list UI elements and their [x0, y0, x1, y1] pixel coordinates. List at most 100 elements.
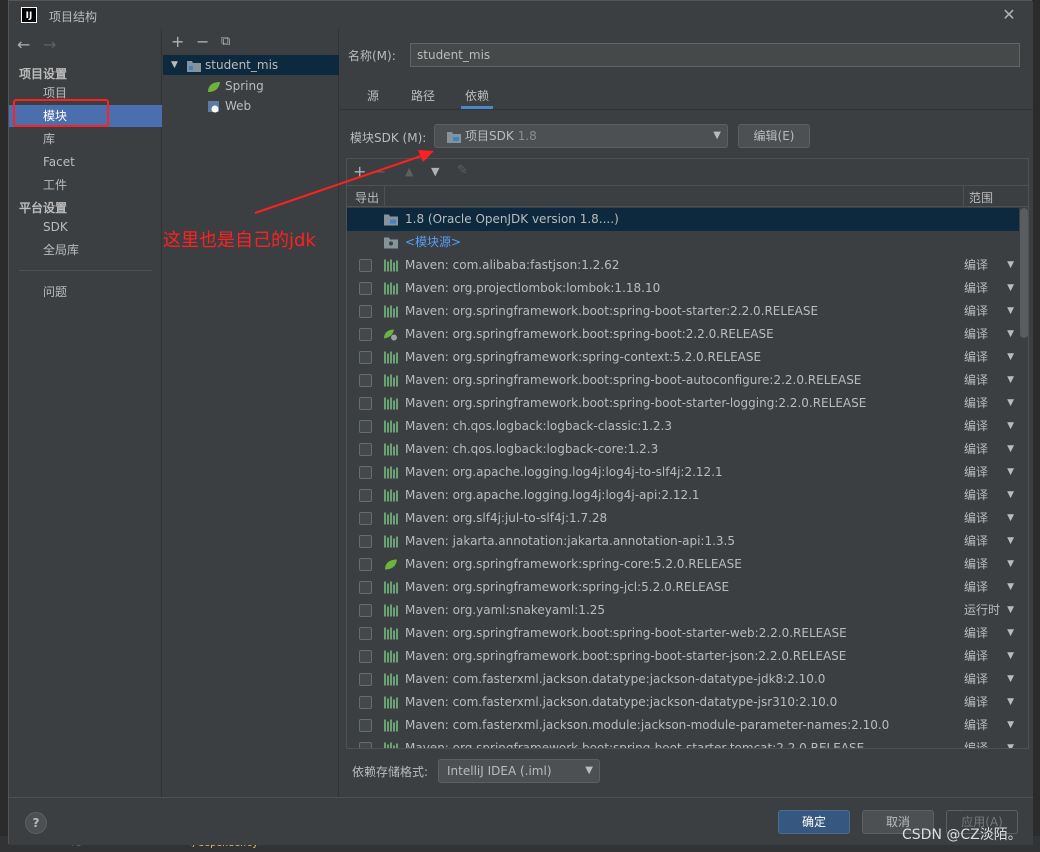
scope-dropdown[interactable]: 编译 ▼: [964, 254, 1016, 277]
nav-item-libraries[interactable]: 库: [9, 128, 162, 150]
nav-item-project[interactable]: 项目: [9, 82, 162, 104]
scope-dropdown[interactable]: 编译 ▼: [964, 553, 1016, 576]
scope-dropdown[interactable]: 编译 ▼: [964, 530, 1016, 553]
export-checkbox[interactable]: [359, 466, 372, 479]
scope-dropdown[interactable]: 编译 ▼: [964, 415, 1016, 438]
export-checkbox[interactable]: [359, 673, 372, 686]
move-down-icon[interactable]: ▼: [431, 165, 439, 178]
export-checkbox[interactable]: [359, 650, 372, 663]
nav-item-sdks[interactable]: SDK: [9, 216, 162, 238]
back-arrow-icon[interactable]: ←: [17, 35, 30, 54]
remove-icon[interactable]: −: [196, 32, 209, 51]
scope-dropdown[interactable]: 编译 ▼: [964, 438, 1016, 461]
dependency-row[interactable]: Maven: jakarta.annotation:jakarta.annota…: [347, 530, 1019, 553]
nav-item-problems[interactable]: 问题: [9, 281, 162, 303]
dependency-row-module-source[interactable]: <模块源>: [347, 231, 1019, 254]
export-checkbox[interactable]: [359, 719, 372, 732]
export-checkbox[interactable]: [359, 627, 372, 640]
tab-dependencies[interactable]: 依赖: [461, 87, 494, 109]
scope-dropdown[interactable]: 编译 ▼: [964, 484, 1016, 507]
scope-dropdown[interactable]: 编译 ▼: [964, 346, 1016, 369]
dependency-row[interactable]: Maven: com.fasterxml.jackson.datatype:ja…: [347, 691, 1019, 714]
export-checkbox[interactable]: [359, 558, 372, 571]
ok-button[interactable]: 确定: [778, 810, 850, 834]
scope-dropdown[interactable]: 运行时 ▼: [964, 599, 1016, 622]
tree-item-web[interactable]: Web: [163, 96, 339, 116]
scope-dropdown[interactable]: 编译 ▼: [964, 300, 1016, 323]
dependency-row[interactable]: Maven: ch.qos.logback:logback-core:1.2.3…: [347, 438, 1019, 461]
nav-item-global-libraries[interactable]: 全局库: [9, 239, 162, 261]
dependency-row[interactable]: Maven: ch.qos.logback:logback-classic:1.…: [347, 415, 1019, 438]
dependency-row-sdk[interactable]: 1.8 (Oracle OpenJDK version 1.8....): [347, 208, 1019, 231]
forward-arrow-icon[interactable]: →: [43, 35, 56, 54]
scope-dropdown[interactable]: 编译 ▼: [964, 323, 1016, 346]
export-checkbox[interactable]: [359, 604, 372, 617]
module-sdk-dropdown[interactable]: 项目SDK 1.8 ▼: [434, 124, 728, 148]
scope-dropdown[interactable]: 编译 ▼: [964, 668, 1016, 691]
nav-item-modules[interactable]: 模块: [9, 105, 162, 127]
export-checkbox[interactable]: [359, 512, 372, 525]
dependency-row[interactable]: Maven: org.apache.logging.log4j:log4j-to…: [347, 461, 1019, 484]
dependency-row[interactable]: Maven: org.slf4j:jul-to-slf4j:1.7.28 编译 ▼: [347, 507, 1019, 530]
export-checkbox[interactable]: [359, 305, 372, 318]
dependency-row[interactable]: Maven: com.fasterxml.jackson.module:jack…: [347, 714, 1019, 737]
export-checkbox[interactable]: [359, 328, 372, 341]
export-checkbox[interactable]: [359, 489, 372, 502]
scope-dropdown[interactable]: 编译 ▼: [964, 737, 1016, 748]
export-checkbox[interactable]: [359, 351, 372, 364]
scope-dropdown[interactable]: 编译 ▼: [964, 622, 1016, 645]
column-header-export[interactable]: 导出: [355, 189, 379, 206]
export-checkbox[interactable]: [359, 535, 372, 548]
export-checkbox[interactable]: [359, 259, 372, 272]
tree-item-spring[interactable]: Spring: [163, 76, 339, 96]
export-checkbox[interactable]: [359, 742, 372, 748]
module-name-input[interactable]: student_mis: [410, 43, 1020, 67]
scope-dropdown[interactable]: 编译 ▼: [964, 461, 1016, 484]
dependency-row[interactable]: Maven: org.springframework.boot:spring-b…: [347, 369, 1019, 392]
dependency-row[interactable]: Maven: org.springframework.boot:spring-b…: [347, 300, 1019, 323]
dependency-row[interactable]: Maven: org.springframework:spring-core:5…: [347, 553, 1019, 576]
add-dependency-icon[interactable]: +: [353, 162, 366, 181]
dependency-row[interactable]: Maven: com.fasterxml.jackson.datatype:ja…: [347, 668, 1019, 691]
nav-item-artifacts[interactable]: 工件: [9, 174, 162, 196]
dependency-row[interactable]: Maven: org.springframework.boot:spring-b…: [347, 645, 1019, 668]
export-checkbox[interactable]: [359, 282, 372, 295]
help-button[interactable]: ?: [25, 812, 47, 834]
copy-icon[interactable]: ⧉: [221, 34, 230, 49]
export-checkbox[interactable]: [359, 581, 372, 594]
scope-dropdown[interactable]: 编译 ▼: [964, 392, 1016, 415]
remove-dependency-icon[interactable]: −: [373, 162, 386, 181]
dependency-row[interactable]: Maven: org.apache.logging.log4j:log4j-ap…: [347, 484, 1019, 507]
export-checkbox[interactable]: [359, 420, 372, 433]
dependency-row[interactable]: Maven: com.alibaba:fastjson:1.2.62 编译 ▼: [347, 254, 1019, 277]
scope-dropdown[interactable]: 编译 ▼: [964, 691, 1016, 714]
scope-dropdown[interactable]: 编译 ▼: [964, 645, 1016, 668]
dependency-row[interactable]: Maven: org.projectlombok:lombok:1.18.10 编…: [347, 277, 1019, 300]
dependency-row[interactable]: Maven: org.yaml:snakeyaml:1.25 运行时 ▼: [347, 599, 1019, 622]
dependency-row[interactable]: Maven: org.springframework:spring-jcl:5.…: [347, 576, 1019, 599]
scope-dropdown[interactable]: 编译 ▼: [964, 576, 1016, 599]
dependency-row[interactable]: Maven: org.springframework.boot:spring-b…: [347, 392, 1019, 415]
scope-dropdown[interactable]: 编译 ▼: [964, 277, 1016, 300]
export-checkbox[interactable]: [359, 443, 372, 456]
dependency-row[interactable]: Maven: org.springframework.boot:spring-b…: [347, 323, 1019, 346]
dependency-row[interactable]: Maven: org.springframework.boot:spring-b…: [347, 622, 1019, 645]
export-checkbox[interactable]: [359, 696, 372, 709]
export-checkbox[interactable]: [359, 374, 372, 387]
column-header-scope[interactable]: 范围: [969, 189, 993, 206]
scope-dropdown[interactable]: 编译 ▼: [964, 507, 1016, 530]
tree-item-root-module[interactable]: ▼ student_mis: [163, 55, 339, 75]
chevron-down-icon[interactable]: ▼: [171, 55, 178, 75]
edit-sdk-button[interactable]: 编辑(E): [738, 124, 810, 148]
tab-sources[interactable]: 源: [367, 87, 379, 109]
close-icon[interactable]: ✕: [999, 5, 1019, 25]
vertical-scrollbar[interactable]: [1020, 208, 1028, 338]
scope-dropdown[interactable]: 编译 ▼: [964, 369, 1016, 392]
dependency-row[interactable]: Maven: org.springframework.boot:spring-b…: [347, 737, 1019, 748]
tab-paths[interactable]: 路径: [411, 87, 435, 109]
scope-dropdown[interactable]: 编译 ▼: [964, 714, 1016, 737]
storage-format-dropdown[interactable]: IntelliJ IDEA (.iml) ▼: [438, 759, 600, 783]
export-checkbox[interactable]: [359, 397, 372, 410]
nav-item-facets[interactable]: Facet: [9, 151, 162, 173]
edit-pencil-icon[interactable]: ✎: [457, 163, 468, 178]
